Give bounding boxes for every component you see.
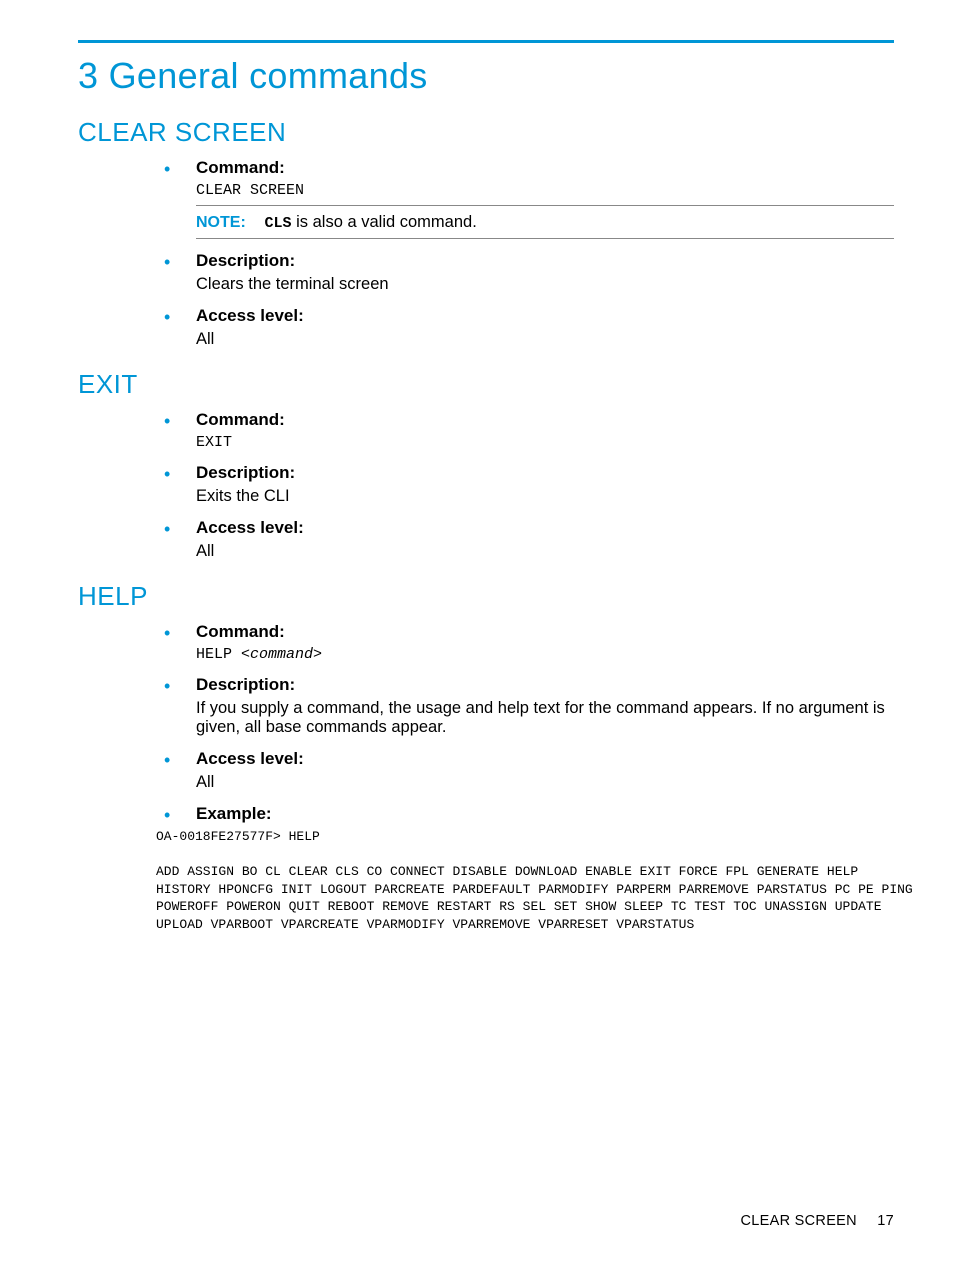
help-description-item: Description: If you supply a command, th… xyxy=(156,675,894,737)
clear-screen-block: Command: CLEAR SCREEN NOTE: CLS is also … xyxy=(78,158,894,349)
help-block: Command: HELP <command> Description: If … xyxy=(78,622,894,933)
example-prompt: OA-0018FE27577F> HELP xyxy=(156,829,320,844)
clear-screen-access-item: Access level: All xyxy=(156,306,894,349)
help-command-item: Command: HELP <command> xyxy=(156,622,894,663)
access-value: All xyxy=(196,542,894,561)
command-label: Command: xyxy=(196,158,894,178)
chapter-title: 3 General commands xyxy=(78,55,894,97)
note-label: NOTE: xyxy=(196,214,246,231)
note-box: NOTE: CLS is also a valid command. xyxy=(196,205,894,239)
access-label: Access level: xyxy=(196,306,894,326)
description-label: Description: xyxy=(196,463,894,483)
exit-block: Command: EXIT Description: Exits the CLI… xyxy=(78,410,894,561)
example-label: Example: xyxy=(196,804,894,824)
command-label: Command: xyxy=(196,622,894,642)
example-block: OA-0018FE27577F> HELP ADD ASSIGN BO CL C… xyxy=(156,828,914,933)
help-command-prefix: HELP xyxy=(196,646,241,663)
clear-screen-command-item: Command: CLEAR SCREEN NOTE: CLS is also … xyxy=(156,158,894,239)
command-value: HELP <command> xyxy=(196,646,894,663)
page-footer: CLEAR SCREEN 17 xyxy=(741,1213,895,1229)
description-label: Description: xyxy=(196,675,894,695)
help-example-item: Example: OA-0018FE27577F> HELP ADD ASSIG… xyxy=(156,804,894,933)
help-access-item: Access level: All xyxy=(156,749,894,792)
exit-description-item: Description: Exits the CLI xyxy=(156,463,894,506)
clear-screen-description-item: Description: Clears the terminal screen xyxy=(156,251,894,294)
note-rest: is also a valid command. xyxy=(292,213,477,231)
command-label: Command: xyxy=(196,410,894,430)
note-code: CLS xyxy=(265,215,292,232)
exit-command-item: Command: EXIT xyxy=(156,410,894,451)
example-output: ADD ASSIGN BO CL CLEAR CLS CO CONNECT DI… xyxy=(156,864,921,932)
command-value: CLEAR SCREEN xyxy=(196,182,894,199)
command-value: EXIT xyxy=(196,434,894,451)
footer-page-number: 17 xyxy=(877,1213,894,1229)
section-exit-title: EXIT xyxy=(78,369,894,400)
access-value: All xyxy=(196,773,894,792)
help-command-arg: <command> xyxy=(241,646,322,663)
section-clear-screen-title: CLEAR SCREEN xyxy=(78,117,894,148)
exit-access-item: Access level: All xyxy=(156,518,894,561)
note-text: CLS is also a valid command. xyxy=(265,213,477,231)
access-value: All xyxy=(196,330,894,349)
section-help-title: HELP xyxy=(78,581,894,612)
description-value: If you supply a command, the usage and h… xyxy=(196,699,894,737)
description-value: Exits the CLI xyxy=(196,487,894,506)
description-label: Description: xyxy=(196,251,894,271)
description-value: Clears the terminal screen xyxy=(196,275,894,294)
footer-label: CLEAR SCREEN xyxy=(741,1213,857,1229)
access-label: Access level: xyxy=(196,749,894,769)
top-rule xyxy=(78,40,894,43)
access-label: Access level: xyxy=(196,518,894,538)
